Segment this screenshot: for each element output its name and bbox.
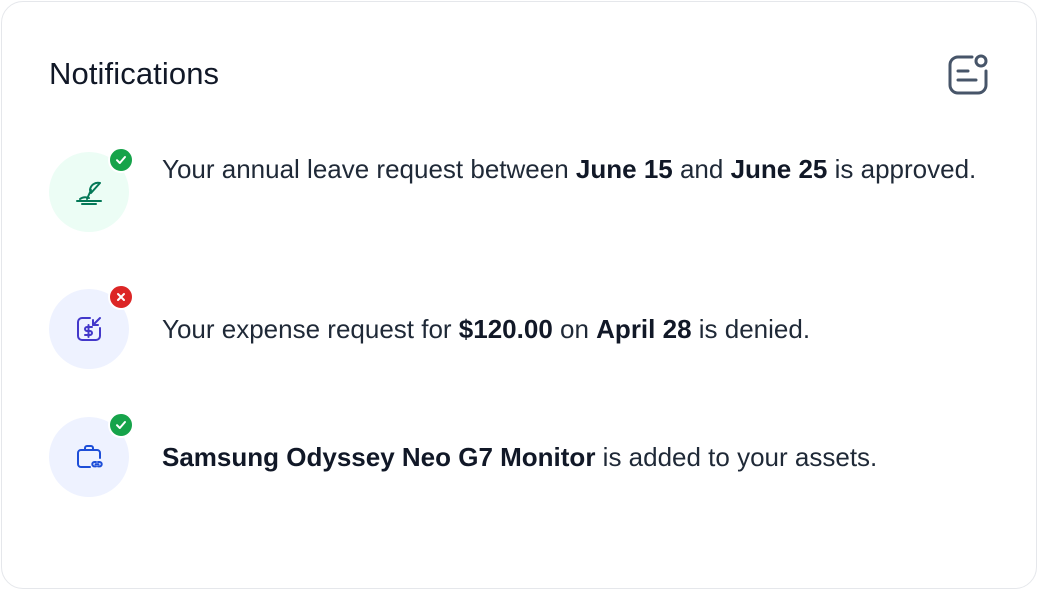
briefcase-link-icon — [77, 445, 103, 468]
notifications-card: Notifications Your annual leave request … — [1, 1, 1037, 589]
check-icon — [116, 156, 126, 164]
page-title: Notifications — [49, 56, 220, 91]
asset-name: Samsung Odyssey Neo G7 Monitor — [162, 442, 596, 472]
leave-start-date: June 15 — [575, 154, 673, 184]
expense-amount: $120.00 — [458, 314, 553, 344]
close-icon — [117, 293, 125, 301]
notification-item-expense[interactable]: Your expense request for $120.00 on Apri… — [49, 284, 989, 369]
expense-refund-icon — [77, 317, 101, 341]
leave-end-date: June 25 — [730, 154, 828, 184]
check-icon — [116, 421, 126, 429]
notification-settings-icon[interactable] — [945, 51, 993, 99]
notification-item-leave[interactable]: Your annual leave request between June 1… — [49, 147, 989, 242]
notification-text: Your expense request for $120.00 on Apri… — [162, 314, 811, 344]
status-badge-approved — [108, 147, 134, 173]
status-badge-denied — [108, 284, 134, 310]
notification-item-asset[interactable]: Samsung Odyssey Neo G7 Monitor is added … — [49, 412, 989, 497]
status-badge-approved — [108, 412, 134, 438]
beach-umbrella-icon — [76, 181, 102, 205]
expense-date: April 28 — [596, 314, 692, 344]
notification-text: Your annual leave request between June 1… — [162, 154, 977, 184]
notification-text: Samsung Odyssey Neo G7 Monitor is added … — [162, 442, 878, 472]
